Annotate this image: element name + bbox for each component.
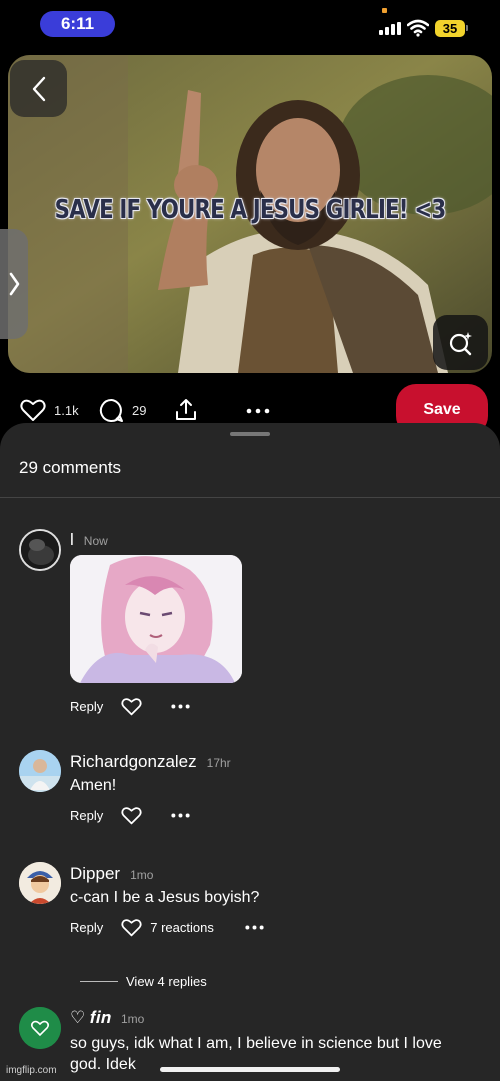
more-dots-icon — [171, 704, 190, 709]
privacy-indicator — [382, 8, 387, 13]
chevron-left-icon — [32, 76, 45, 101]
comments-title: 29 comments — [19, 458, 122, 477]
reply-button[interactable]: Reply — [70, 699, 103, 714]
side-expand-tab[interactable] — [0, 229, 28, 339]
more-options-button[interactable] — [246, 408, 270, 414]
comment-like-button[interactable] — [121, 697, 142, 716]
comment-username[interactable]: ♡ 𝒇𝒊𝒏 — [70, 1008, 111, 1028]
reply-button[interactable]: Reply — [70, 920, 103, 935]
avatar[interactable] — [19, 1007, 61, 1049]
comment-like-button[interactable] — [121, 918, 142, 937]
like-action[interactable]: 1.1k — [20, 398, 79, 422]
sheet-drag-handle[interactable] — [230, 432, 270, 436]
comment-username[interactable]: Dipper — [70, 864, 120, 884]
share-action[interactable] — [174, 398, 198, 422]
comment-time: 1mo — [120, 1012, 145, 1026]
anime-drawing-image — [70, 555, 242, 683]
comment-bubble-icon — [99, 398, 123, 422]
avatar[interactable] — [19, 862, 61, 904]
comment-time: 1mo — [130, 868, 154, 882]
more-dots-icon — [246, 408, 270, 414]
comment-header: ♡ 𝒇𝒊𝒏 1mo — [70, 1008, 144, 1028]
comment-header: Dipper 1mo — [70, 864, 153, 884]
avatar-image — [21, 531, 59, 569]
pin-image[interactable]: SAVE IF YOURE A JESUS GIRLIE! <3 — [8, 55, 492, 373]
comment-username[interactable]: Richardgonzalez — [70, 752, 197, 772]
comment-header: Richardgonzalez 17hr — [70, 752, 231, 772]
avatar[interactable] — [19, 750, 61, 792]
battery-icon: 35 — [435, 20, 465, 37]
comment-time: Now — [83, 534, 108, 548]
avatar-image — [19, 862, 61, 904]
comment-more-button[interactable] — [171, 704, 190, 709]
meme-caption: SAVE IF YOURE A JESUS GIRLIE! <3 — [54, 195, 447, 225]
heart-icon — [20, 399, 46, 421]
back-button[interactable] — [10, 60, 67, 117]
reply-button[interactable]: Reply — [70, 808, 103, 823]
heart-icon — [121, 919, 142, 937]
comment-actions: Reply 7 reactions — [70, 918, 264, 937]
avatar-image — [19, 750, 61, 792]
visual-search-button[interactable] — [433, 315, 488, 370]
battery-tip — [466, 25, 468, 31]
comment-attached-image[interactable] — [70, 555, 242, 683]
view-replies-button[interactable]: View 4 replies — [80, 974, 207, 989]
like-count: 1.1k — [54, 402, 79, 418]
more-dots-icon — [171, 813, 190, 818]
comment-time: 17hr — [206, 756, 231, 770]
chevron-right-icon — [9, 272, 20, 296]
comments-sheet: 29 comments l Now Reply Richardgonzalez … — [0, 423, 500, 1081]
watermark: imgflip.com — [6, 1065, 57, 1076]
reaction-count[interactable]: 7 reactions — [150, 920, 214, 935]
wifi-icon — [407, 19, 429, 37]
comment-more-button[interactable] — [245, 925, 264, 930]
status-bar: 6:11 35 — [0, 0, 500, 50]
status-time: 6:11 — [40, 11, 115, 37]
signal-icon — [379, 22, 401, 35]
lens-search-icon — [449, 331, 472, 355]
heart-avatar-icon — [19, 1007, 61, 1049]
divider — [80, 981, 118, 982]
share-icon — [176, 399, 196, 420]
comment-actions: Reply — [70, 697, 190, 716]
comment-count: 29 — [132, 403, 147, 418]
view-replies-label: View 4 replies — [126, 974, 207, 989]
avatar[interactable] — [19, 529, 61, 571]
divider — [0, 497, 500, 498]
comment-like-button[interactable] — [121, 806, 142, 825]
comment-action[interactable]: 29 — [99, 398, 146, 423]
comment-username[interactable]: l — [70, 530, 74, 550]
comment-actions: Reply — [70, 806, 190, 825]
heart-icon — [121, 698, 142, 716]
home-indicator[interactable] — [160, 1067, 340, 1072]
comment-text: c-can I be a Jesus boyish? — [70, 889, 260, 906]
comment-header: l Now — [70, 530, 108, 550]
heart-icon — [121, 807, 142, 825]
comment-text: Amen! — [70, 777, 117, 794]
comment-more-button[interactable] — [171, 813, 190, 818]
more-dots-icon — [245, 925, 264, 930]
